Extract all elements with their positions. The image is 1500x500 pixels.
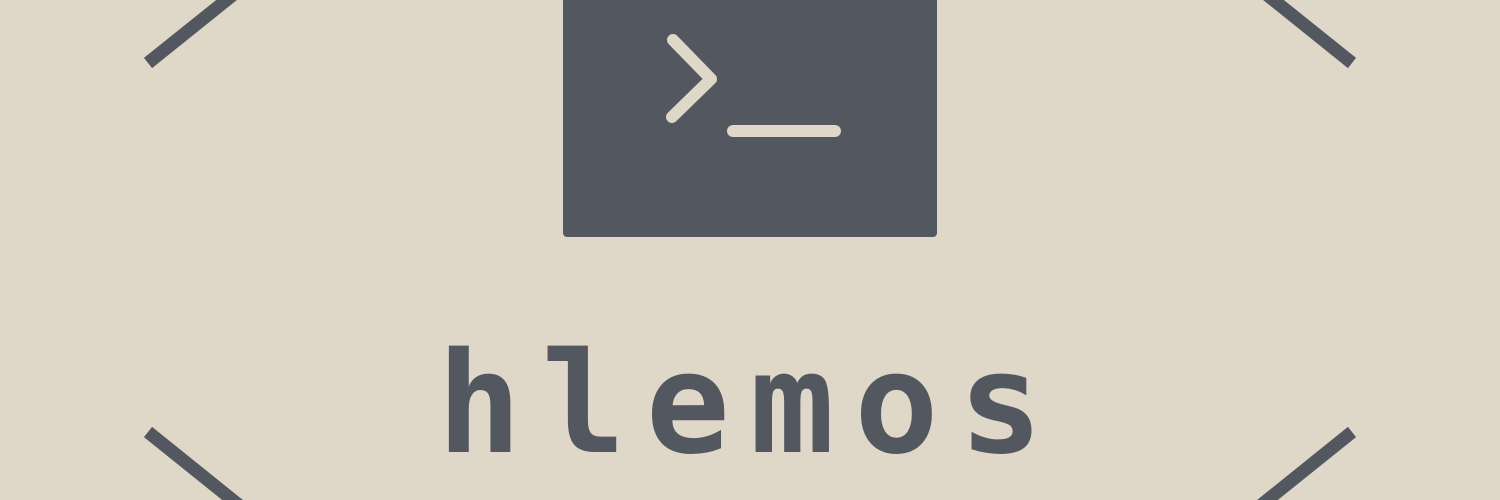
corner-line-top-left-icon xyxy=(143,0,237,69)
corner-line-top-right-icon xyxy=(1263,0,1357,69)
terminal-logo xyxy=(563,0,937,237)
terminal-prompt-icon xyxy=(666,34,841,137)
brand-wordmark: hlemos xyxy=(437,323,1063,486)
